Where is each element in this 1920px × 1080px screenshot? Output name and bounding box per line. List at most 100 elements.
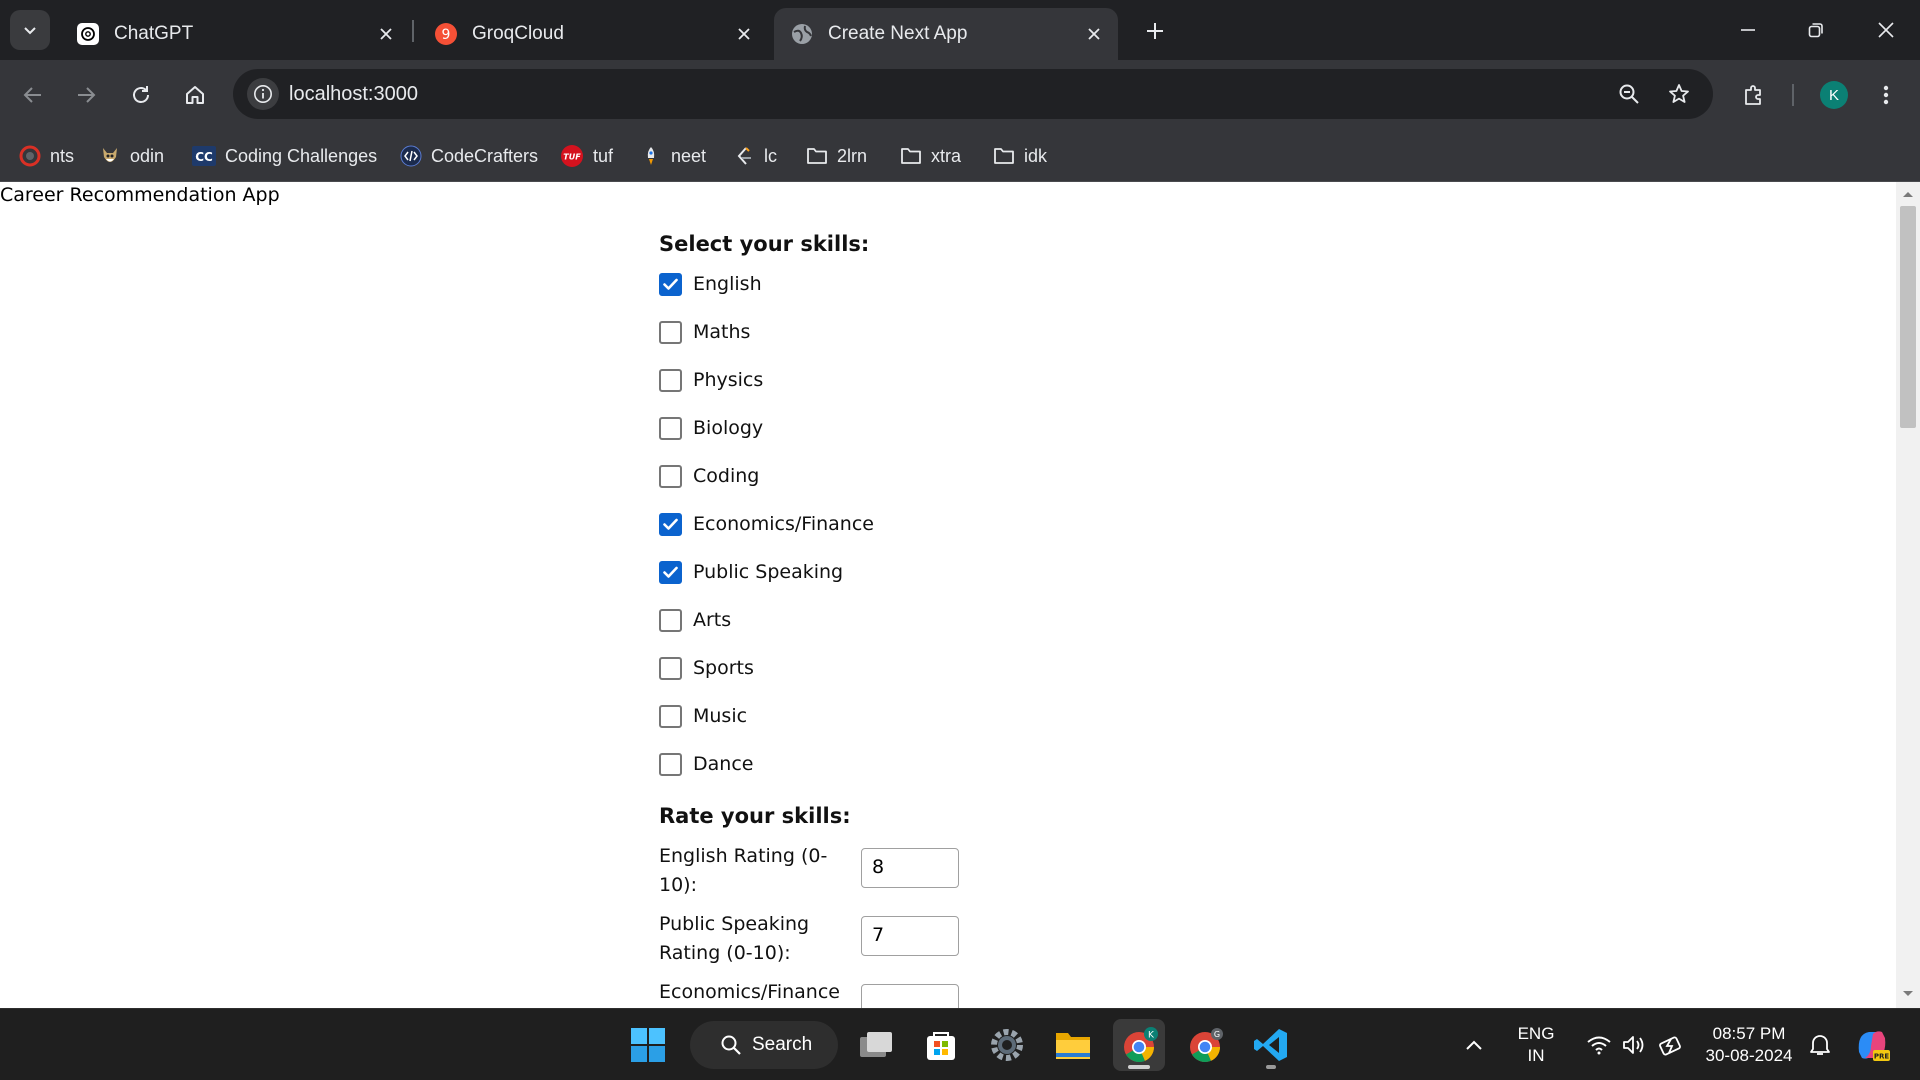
svg-text:CC: CC: [195, 150, 213, 164]
scroll-down-arrow-icon[interactable]: [1902, 990, 1914, 998]
page-scrollbar[interactable]: [1896, 182, 1920, 1008]
skill-label[interactable]: Maths: [693, 320, 750, 344]
taskbar-chrome-profile-g[interactable]: G: [1179, 1019, 1231, 1071]
language-indicator[interactable]: ENG IN: [1508, 1023, 1564, 1067]
bookmark-lc[interactable]: lc: [733, 130, 777, 182]
neet-icon: [640, 145, 662, 167]
skill-option[interactable]: Maths: [659, 320, 959, 368]
tab-search-button[interactable]: [10, 10, 50, 50]
taskbar-chrome-profile-k[interactable]: K: [1113, 1019, 1165, 1071]
skill-option[interactable]: Coding: [659, 464, 959, 512]
skill-option[interactable]: English: [659, 272, 959, 320]
page-content: Career Recommendation App Select your sk…: [0, 182, 1896, 1008]
taskbar-store[interactable]: [915, 1019, 967, 1071]
url-text[interactable]: localhost:3000: [289, 69, 418, 119]
bookmark-codecrafters[interactable]: CodeCrafters: [400, 130, 538, 182]
bookmark-coding-challenges[interactable]: CC Coding Challenges: [192, 130, 377, 182]
close-icon[interactable]: [730, 20, 758, 48]
skill-label[interactable]: Music: [693, 704, 747, 728]
extensions-button[interactable]: [1736, 77, 1772, 113]
copilot-button[interactable]: PRE: [1848, 1021, 1896, 1069]
skill-checkbox[interactable]: [659, 369, 682, 392]
skill-checkbox[interactable]: [659, 465, 682, 488]
start-button[interactable]: [622, 1019, 674, 1071]
restore-button[interactable]: [1792, 10, 1840, 50]
bookmark-folder-2lrn[interactable]: 2lrn: [806, 130, 867, 182]
taskbar-settings[interactable]: [981, 1019, 1033, 1071]
skill-checkbox[interactable]: [659, 609, 682, 632]
scroll-up-arrow-icon[interactable]: [1902, 190, 1914, 198]
address-bar[interactable]: localhost:3000: [233, 69, 1713, 119]
skill-checkbox-checked[interactable]: [659, 561, 682, 584]
tab-chatgpt[interactable]: ChatGPT: [60, 8, 410, 60]
close-icon[interactable]: [372, 20, 400, 48]
svg-text:PRE: PRE: [1874, 1053, 1890, 1061]
notifications-button[interactable]: [1798, 1023, 1842, 1067]
minimize-button[interactable]: [1724, 10, 1772, 50]
skill-option[interactable]: Biology: [659, 416, 959, 464]
skill-option[interactable]: Music: [659, 704, 959, 752]
tab-groqcloud[interactable]: 9 GroqCloud: [418, 8, 768, 60]
active-indicator: [1128, 1065, 1150, 1069]
rating-input[interactable]: [861, 984, 959, 1008]
skill-option[interactable]: Arts: [659, 608, 959, 656]
taskbar-search[interactable]: Search: [690, 1021, 838, 1069]
skill-label[interactable]: Sports: [693, 656, 754, 680]
info-icon[interactable]: [247, 78, 279, 110]
quick-settings-button[interactable]: [1572, 1023, 1698, 1067]
bookmark-nts[interactable]: nts: [19, 130, 74, 182]
reload-button[interactable]: [123, 77, 159, 113]
show-hidden-icons-button[interactable]: [1452, 1023, 1496, 1067]
task-view-button[interactable]: [850, 1019, 902, 1071]
skill-option[interactable]: Dance: [659, 752, 959, 800]
clock[interactable]: 08:57 PM 30-08-2024: [1700, 1023, 1798, 1067]
skill-label[interactable]: Coding: [693, 464, 759, 488]
skill-label[interactable]: Economics/Finance: [693, 512, 874, 536]
bookmark-star-icon[interactable]: [1663, 78, 1695, 110]
bookmark-folder-idk[interactable]: idk: [993, 130, 1047, 182]
close-icon[interactable]: [1080, 20, 1108, 48]
scrollbar-thumb[interactable]: [1900, 206, 1916, 428]
taskbar-vscode[interactable]: [1245, 1019, 1297, 1071]
profile-avatar[interactable]: K: [1820, 81, 1848, 109]
new-tab-button[interactable]: [1138, 14, 1172, 48]
bookmark-folder-xtra[interactable]: xtra: [900, 130, 961, 182]
skill-label[interactable]: Physics: [693, 368, 763, 392]
skill-option[interactable]: Physics: [659, 368, 959, 416]
browser-toolbar: localhost:3000 K: [0, 60, 1920, 130]
skill-checkbox-checked[interactable]: [659, 513, 682, 536]
skill-label[interactable]: Dance: [693, 752, 753, 776]
skill-label[interactable]: Biology: [693, 416, 763, 440]
tab-create-next-app[interactable]: Create Next App: [774, 8, 1118, 60]
skill-label[interactable]: Arts: [693, 608, 731, 632]
skill-checkbox[interactable]: [659, 417, 682, 440]
zoom-icon[interactable]: [1613, 78, 1645, 110]
plus-icon: [1147, 23, 1163, 39]
skill-option[interactable]: Public Speaking: [659, 560, 959, 608]
skill-checkbox-checked[interactable]: [659, 273, 682, 296]
skill-label[interactable]: Public Speaking: [693, 560, 843, 584]
home-button[interactable]: [177, 77, 213, 113]
bookmark-label: idk: [1024, 145, 1048, 166]
forward-button[interactable]: [68, 77, 104, 113]
taskbar-file-explorer[interactable]: [1047, 1019, 1099, 1071]
rating-input[interactable]: 7: [861, 916, 959, 956]
checkmark-icon: [663, 566, 678, 578]
menu-button[interactable]: [1868, 77, 1904, 113]
bookmark-odin[interactable]: odin: [99, 130, 164, 182]
back-button[interactable]: [15, 77, 51, 113]
skill-option[interactable]: Sports: [659, 656, 959, 704]
tab-strip: ChatGPT 9 GroqCloud Create Next App: [0, 0, 1920, 60]
bookmark-neet[interactable]: neet: [640, 130, 706, 182]
skill-checkbox[interactable]: [659, 753, 682, 776]
rating-input[interactable]: 8: [861, 848, 959, 888]
skill-option[interactable]: Economics/Finance: [659, 512, 959, 560]
skill-checkbox[interactable]: [659, 321, 682, 344]
cc-icon: CC: [192, 145, 216, 167]
skill-checkbox[interactable]: [659, 705, 682, 728]
bookmark-tuf[interactable]: TUF tuf: [560, 130, 613, 182]
close-window-button[interactable]: [1862, 10, 1910, 50]
skill-checkbox[interactable]: [659, 657, 682, 680]
tab-label: GroqCloud: [472, 23, 564, 44]
skill-label[interactable]: English: [693, 272, 762, 296]
